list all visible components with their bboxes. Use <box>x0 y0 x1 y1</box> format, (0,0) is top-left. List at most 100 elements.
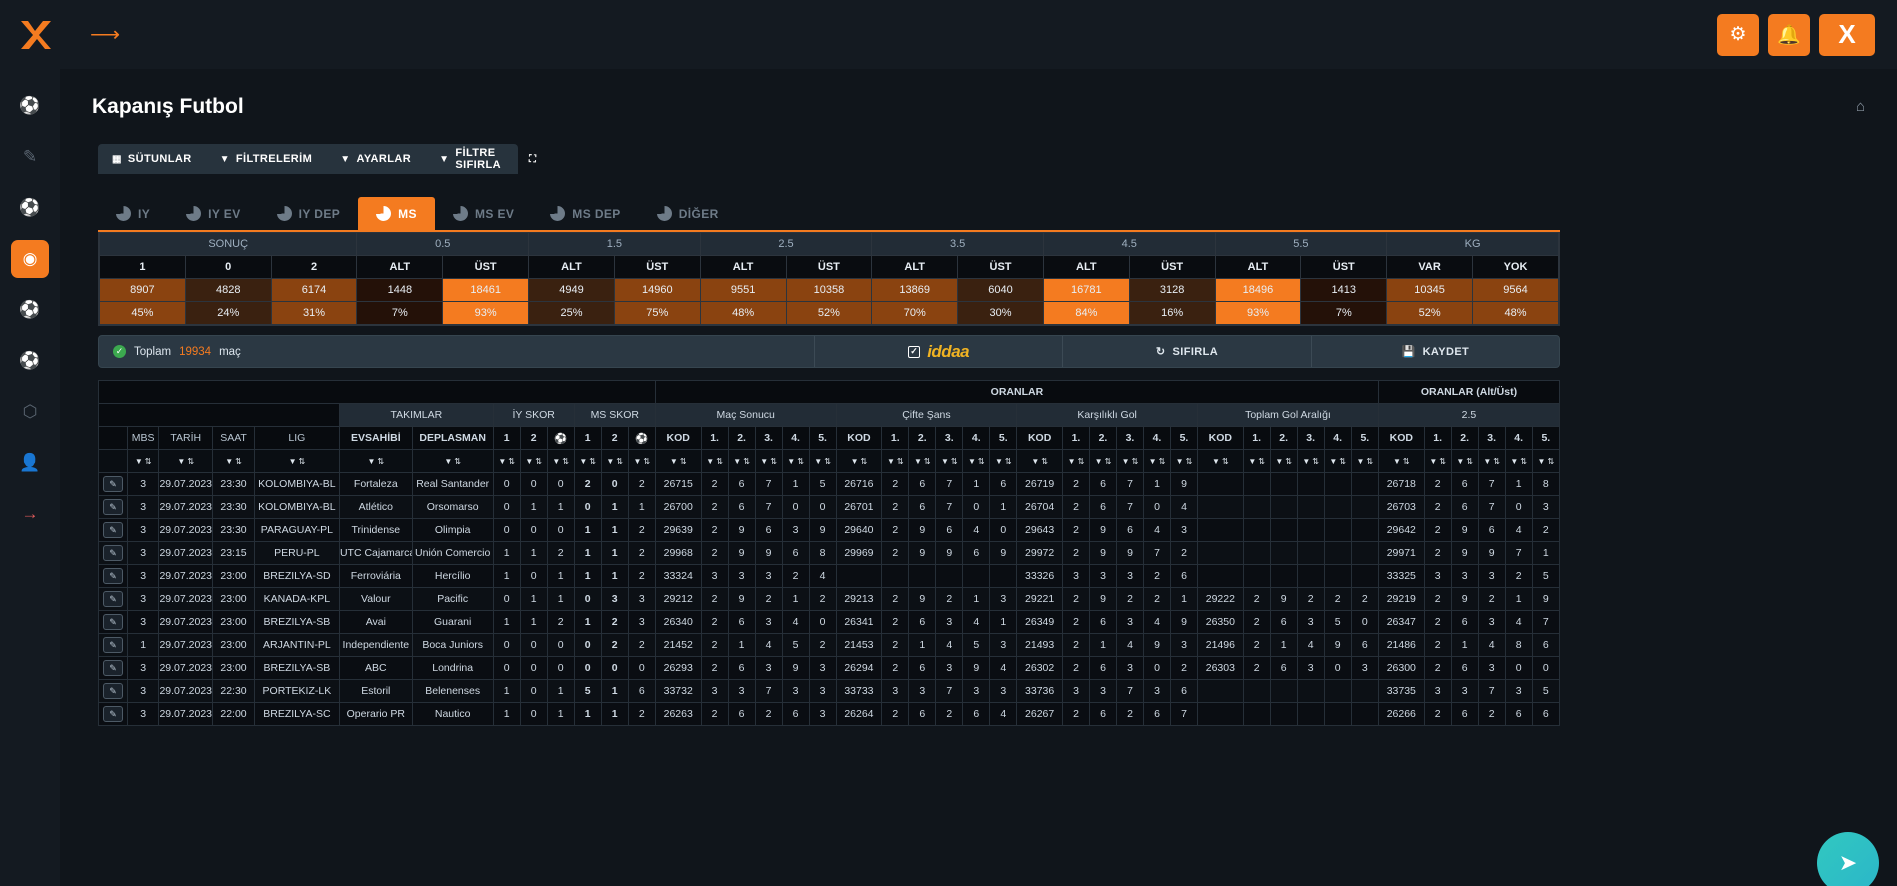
sidebar-item-helmet[interactable]: ⚽ <box>11 87 49 125</box>
app-logo[interactable] <box>0 0 70 69</box>
sort-icon[interactable]: ⇅ <box>1547 457 1554 466</box>
sort-icon[interactable]: ⇅ <box>562 457 569 466</box>
grid-filter-cell[interactable]: ▼⇅ <box>963 450 990 473</box>
sort-icon[interactable]: ⇅ <box>145 457 152 466</box>
grid-column-header[interactable]: KOD <box>1197 427 1243 450</box>
grid-column-header[interactable]: 1. <box>1243 427 1270 450</box>
grid-filter-cell[interactable]: ▼⇅ <box>882 450 909 473</box>
sort-icon[interactable]: ⇅ <box>643 457 650 466</box>
grid-column-header[interactable]: 3. <box>1478 427 1505 450</box>
sort-icon[interactable]: ⇅ <box>1403 457 1410 466</box>
filter-icon[interactable]: ▼ <box>914 457 922 466</box>
grid-column-header[interactable]: ⚽ <box>628 427 655 450</box>
chat-button[interactable]: ➤ <box>1817 832 1879 886</box>
pencil-icon[interactable]: ✎ <box>103 568 123 584</box>
sort-icon[interactable]: ⇅ <box>1105 457 1112 466</box>
columns-button[interactable]: ▦ SÜTUNLAR <box>98 144 206 174</box>
filter-icon[interactable]: ▼ <box>1248 457 1256 466</box>
filter-icon[interactable]: ▼ <box>1149 457 1157 466</box>
grid-filter-cell[interactable]: ▼⇅ <box>782 450 809 473</box>
grid-filter-cell[interactable]: ▼⇅ <box>1170 450 1197 473</box>
sort-icon[interactable]: ⇅ <box>1520 457 1527 466</box>
grid-column-header[interactable]: 2 <box>520 427 547 450</box>
table-row[interactable]: ✎329.07.202323:30KOLOMBIYA-BLAtléticoOrs… <box>99 496 1560 519</box>
filter-icon[interactable]: ▼ <box>1122 457 1130 466</box>
grid-column-header[interactable]: 1. <box>1424 427 1451 450</box>
grid-column-header[interactable]: 5. <box>1351 427 1378 450</box>
sort-icon[interactable]: ⇅ <box>1186 457 1193 466</box>
filter-icon[interactable]: ▼ <box>851 457 859 466</box>
grid-filter-cell[interactable]: ▼⇅ <box>990 450 1017 473</box>
grid-filter-cell[interactable]: ▼⇅ <box>254 450 339 473</box>
home-icon[interactable]: ⌂ <box>1856 98 1865 115</box>
grid-column-header[interactable]: KOD <box>1378 427 1424 450</box>
filter-icon[interactable]: ▼ <box>733 457 741 466</box>
sort-icon[interactable]: ⇅ <box>1366 457 1373 466</box>
filter-icon[interactable]: ▼ <box>1068 457 1076 466</box>
filter-icon[interactable]: ▼ <box>1456 457 1464 466</box>
pencil-icon[interactable]: ✎ <box>103 545 123 561</box>
sort-icon[interactable]: ⇅ <box>1258 457 1265 466</box>
grid-column-header[interactable]: 5. <box>809 427 836 450</box>
tab-iy-dep[interactable]: IY DEP <box>259 197 359 230</box>
filter-icon[interactable]: ▼ <box>968 457 976 466</box>
sort-icon[interactable]: ⇅ <box>924 457 931 466</box>
filter-icon[interactable]: ▼ <box>1095 457 1103 466</box>
grid-column-header[interactable]: 5. <box>1532 427 1559 450</box>
grid-filter-cell[interactable]: ▼⇅ <box>601 450 628 473</box>
pencil-icon[interactable]: ✎ <box>103 614 123 630</box>
filter-icon[interactable]: ▼ <box>606 457 614 466</box>
filter-icon[interactable]: ▼ <box>289 457 297 466</box>
grid-column-header[interactable]: 2. <box>909 427 936 450</box>
sort-icon[interactable]: ⇅ <box>824 457 831 466</box>
grid-column-header[interactable]: 2. <box>728 427 755 450</box>
filter-icon[interactable]: ▼ <box>1357 457 1365 466</box>
grid-filter-cell[interactable]: ▼⇅ <box>1505 450 1532 473</box>
filter-icon[interactable]: ▼ <box>633 457 641 466</box>
sidebar-item-pencil[interactable]: ✎ <box>11 138 49 176</box>
table-row[interactable]: ✎329.07.202323:00BREZILYA-SBAvaiGuarani1… <box>99 611 1560 634</box>
grid-column-header[interactable]: 5. <box>1170 427 1197 450</box>
grid-column-header[interactable]: 2 <box>601 427 628 450</box>
grid-column-header[interactable]: 1 <box>574 427 601 450</box>
sidebar-item-ball-three[interactable]: ⚽ <box>11 342 49 380</box>
grid-column-header[interactable]: KOD <box>655 427 701 450</box>
grid-column-header[interactable]: 1 <box>493 427 520 450</box>
grid-filter-cell[interactable]: ▼⇅ <box>728 450 755 473</box>
grid-filter-cell[interactable]: ▼⇅ <box>909 450 936 473</box>
grid-filter-cell[interactable]: ▼⇅ <box>809 450 836 473</box>
grid-column-header[interactable]: 2. <box>1270 427 1297 450</box>
filter-icon[interactable]: ▼ <box>444 457 452 466</box>
grid-column-header[interactable]: MBS <box>128 427 159 450</box>
row-action-cell[interactable]: ✎ <box>99 703 128 726</box>
filter-icon[interactable]: ▼ <box>525 457 533 466</box>
tab-ms[interactable]: MS <box>358 197 435 230</box>
sort-icon[interactable]: ⇅ <box>743 457 750 466</box>
table-row[interactable]: ✎329.07.202322:30PORTEKIZ-LKEstorilBelen… <box>99 680 1560 703</box>
row-action-cell[interactable]: ✎ <box>99 565 128 588</box>
filter-icon[interactable]: ▼ <box>1302 457 1310 466</box>
filter-icon[interactable]: ▼ <box>368 457 376 466</box>
pencil-icon[interactable]: ✎ <box>103 706 123 722</box>
sort-icon[interactable]: ⇅ <box>454 457 461 466</box>
fullscreen-button[interactable]: ⛶ <box>515 144 550 174</box>
filter-icon[interactable]: ▼ <box>887 457 895 466</box>
filter-icon[interactable]: ▼ <box>1329 457 1337 466</box>
pencil-icon[interactable]: ✎ <box>103 683 123 699</box>
grid-column-header[interactable]: DEPLASMAN <box>412 427 493 450</box>
sidebar-item-target[interactable]: ◉ <box>11 240 49 278</box>
grid-column-header[interactable]: LIG <box>254 427 339 450</box>
sort-icon[interactable]: ⇅ <box>978 457 985 466</box>
sort-icon[interactable]: ⇅ <box>897 457 904 466</box>
grid-filter-cell[interactable]: ▼⇅ <box>412 450 493 473</box>
tab-ms-dep[interactable]: MS DEP <box>532 197 638 230</box>
sort-icon[interactable]: ⇅ <box>1005 457 1012 466</box>
sort-icon[interactable]: ⇅ <box>235 457 242 466</box>
grid-filter-cell[interactable]: ▼⇅ <box>1089 450 1116 473</box>
notifications-button[interactable]: 🔔 <box>1768 14 1810 56</box>
sort-icon[interactable]: ⇅ <box>716 457 723 466</box>
forward-arrow-icon[interactable]: ⟶ <box>90 22 120 47</box>
filter-icon[interactable]: ▼ <box>1510 457 1518 466</box>
grid-filter-cell[interactable]: ▼⇅ <box>936 450 963 473</box>
table-row[interactable]: ✎329.07.202323:00BREZILYA-SDFerroviáriaH… <box>99 565 1560 588</box>
